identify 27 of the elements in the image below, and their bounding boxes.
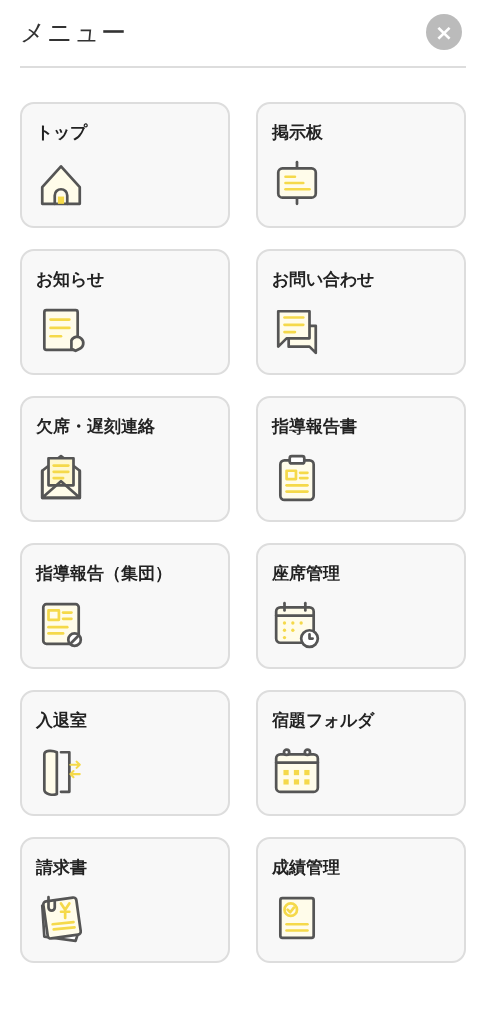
menu-card[interactable]: 座席管理 [256,543,466,669]
menu-card[interactable]: お問い合わせ [256,249,466,375]
menu-label: 座席管理 [272,562,341,585]
calendar-icon [272,746,322,796]
menu-card[interactable]: 掲示板 [256,102,466,228]
menu-label: 指導報告（集団） [36,562,173,585]
menu-card[interactable]: 請求書 [20,837,230,963]
menu-card[interactable]: 指導報告書 [256,396,466,522]
menu-label: 入退室 [36,709,88,732]
menu-label: 掲示板 [272,121,324,144]
menu-label: 請求書 [36,856,88,879]
menu-card[interactable]: 欠席・遅刻連絡 [20,396,230,522]
menu-card[interactable]: トップ [20,102,230,228]
menu-card[interactable]: お知らせ [20,249,230,375]
menu-label: 欠席・遅刻連絡 [36,415,156,438]
menu-label: 宿題フォルダ [272,709,376,732]
calendar-clock-icon [272,599,322,649]
menu-label: お問い合わせ [272,268,375,291]
menu-card[interactable]: 指導報告（集団） [20,543,230,669]
menu-card[interactable]: 入退室 [20,690,230,816]
menu-label: お知らせ [36,268,105,291]
menu-label: 指導報告書 [272,415,358,438]
menu-title: メニュー [20,16,127,49]
menu-card[interactable]: 宿題フォルダ [256,690,466,816]
menu-label: トップ [36,121,89,144]
menu-label: 成績管理 [272,856,341,879]
menu-card[interactable]: 成績管理 [256,837,466,963]
